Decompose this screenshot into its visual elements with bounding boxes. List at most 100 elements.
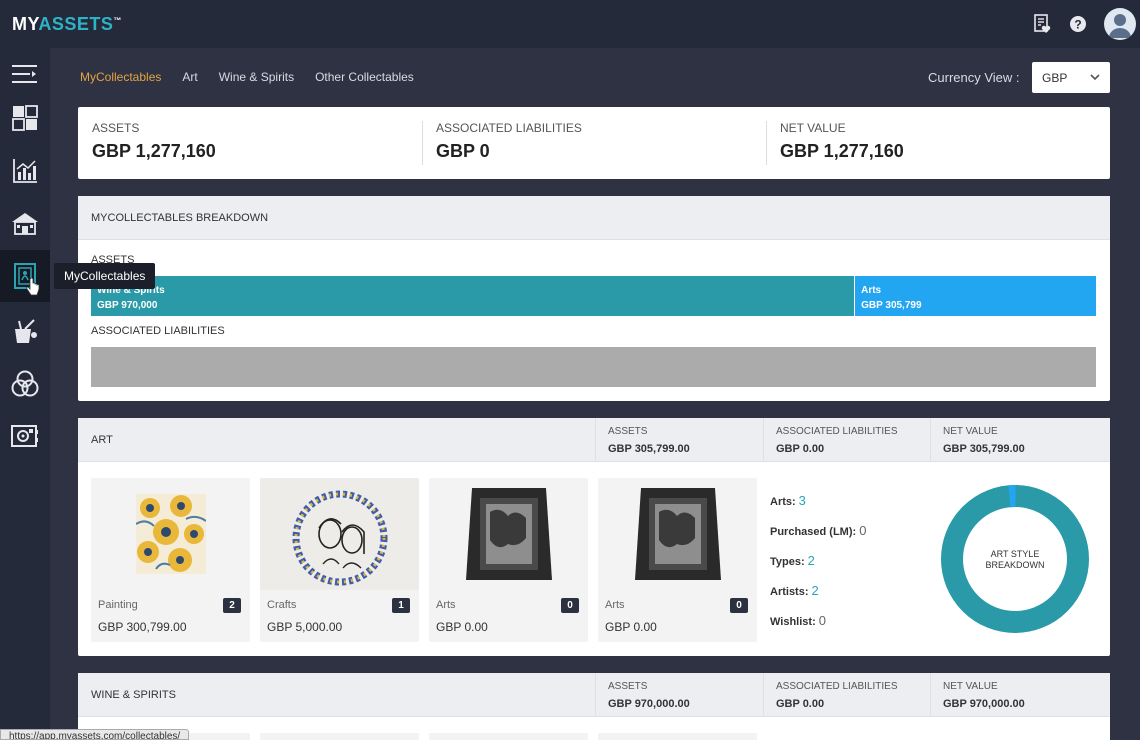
wine-title: WINE & SPIRITS	[91, 689, 176, 701]
painting-thumbnail	[91, 478, 250, 590]
wine-net-metric: NET VALUE GBP 970,000.00	[943, 681, 1025, 710]
tab-wine-spirits[interactable]: Wine & Spirits	[219, 70, 294, 84]
wine-tile[interactable]	[598, 733, 757, 740]
art-card: ART ASSETS GBP 305,799.00 ASSOCIATED LIA…	[78, 418, 1110, 656]
donut-center-label: ART STYLE BREAKDOWN	[985, 549, 1045, 570]
tile-count-badge: 1	[392, 598, 410, 613]
segment-wine-value: GBP 970,000	[97, 300, 158, 311]
art-assets-label: ASSETS	[608, 426, 648, 437]
divider	[930, 418, 931, 462]
wine-net-label: NET VALUE	[943, 681, 998, 692]
art-net-label: NET VALUE	[943, 426, 998, 437]
stat-artists: Artists: 2	[770, 583, 819, 598]
top-bar: MYASSETS™ ?	[0, 0, 1140, 48]
property-icon[interactable]	[0, 198, 50, 250]
venn-icon[interactable]	[0, 358, 50, 410]
summary-assets: ASSETS GBP 1,277,160	[78, 107, 422, 179]
sub-navigation: MyCollectables Art Wine & Spirits Other …	[80, 70, 414, 84]
app-logo[interactable]: MYASSETS™	[12, 14, 122, 35]
art-tile-crafts[interactable]: Crafts 1 GBP 5,000.00	[260, 478, 419, 642]
art-liabilities-metric: ASSOCIATED LIABILITIES GBP 0.00	[776, 426, 898, 455]
crafts-thumbnail	[260, 478, 419, 590]
tab-art[interactable]: Art	[182, 70, 197, 84]
divider	[930, 673, 931, 717]
wine-assets-label: ASSETS	[608, 681, 648, 692]
tab-mycollectables[interactable]: MyCollectables	[80, 70, 161, 84]
art-stats: Arts: 3 Purchased (LM): 0 Types: 2 Artists:…	[770, 493, 866, 643]
wine-liabilities-label: ASSOCIATED LIABILITIES	[776, 681, 898, 692]
segment-arts-name: Arts	[861, 285, 882, 296]
arts-frame-thumbnail	[429, 478, 588, 590]
assets-stacked-bar: Wine & Spirits GBP 970,000 Arts GBP 305,…	[91, 276, 1096, 316]
arts-frame-thumbnail	[598, 478, 757, 590]
summary-net-value: NET VALUE GBP 1,277,160	[766, 107, 1110, 179]
user-avatar-icon[interactable]	[1104, 8, 1136, 40]
chart-icon[interactable]	[0, 145, 50, 197]
help-icon[interactable]: ?	[1066, 12, 1090, 36]
tile-category: Painting	[98, 599, 138, 611]
summary-liabilities: ASSOCIATED LIABILITIES GBP 0	[422, 107, 766, 179]
currency-select[interactable]: GBP	[1032, 62, 1110, 93]
art-liabilities-label: ASSOCIATED LIABILITIES	[776, 426, 898, 437]
breakdown-card: MYCOLLECTABLES BREAKDOWN ASSETS Wine & S…	[78, 196, 1110, 401]
stat-types: Types: 2	[770, 553, 815, 568]
wine-tile[interactable]	[260, 733, 419, 740]
sidebar	[0, 48, 50, 740]
summary-net-value-amount: GBP 1,277,160	[780, 141, 904, 161]
art-supplies-icon[interactable]	[0, 306, 50, 358]
tile-count-badge: 2	[223, 598, 241, 613]
wine-spirits-card: WINE & SPIRITS ASSETS GBP 970,000.00 ASS…	[78, 673, 1110, 740]
summary-card: ASSETS GBP 1,277,160 ASSOCIATED LIABILIT…	[78, 107, 1110, 179]
chevron-down-icon	[1090, 74, 1100, 81]
segment-arts-value: GBP 305,799	[861, 300, 922, 311]
art-net-metric: NET VALUE GBP 305,799.00	[943, 426, 1025, 455]
art-tile-arts[interactable]: Arts 0 GBP 0.00	[429, 478, 588, 642]
wine-assets-metric: ASSETS GBP 970,000.00	[608, 681, 690, 710]
dashboard-icon[interactable]	[0, 92, 50, 144]
liabilities-bar	[91, 347, 1096, 387]
main-content: MyCollectables Art Wine & Spirits Other …	[50, 48, 1140, 740]
art-liabilities-value: GBP 0.00	[776, 443, 825, 455]
tile-value: GBP 0.00	[605, 620, 657, 634]
tile-category: Arts	[605, 599, 625, 611]
tile-category: Arts	[436, 599, 456, 611]
summary-net-label: NET VALUE	[780, 121, 846, 135]
stat-arts: Arts: 3	[770, 493, 806, 508]
wine-assets-value: GBP 970,000.00	[608, 698, 690, 710]
art-header: ART ASSETS GBP 305,799.00 ASSOCIATED LIA…	[78, 418, 1110, 462]
currency-view-label: Currency View :	[928, 70, 1020, 85]
currency-value: GBP	[1042, 71, 1068, 85]
wine-tile[interactable]	[429, 733, 588, 740]
art-title: ART	[91, 434, 113, 446]
browser-status-url: https://app.myassets.com/collectables/	[0, 729, 190, 740]
summary-liabilities-label: ASSOCIATED LIABILITIES	[436, 121, 582, 135]
art-assets-metric: ASSETS GBP 305,799.00	[608, 426, 690, 455]
bar-segment-wine-spirits[interactable]: Wine & Spirits GBP 970,000	[91, 276, 856, 316]
tile-value: GBP 5,000.00	[267, 620, 343, 634]
breakdown-header: MYCOLLECTABLES BREAKDOWN	[78, 196, 1110, 240]
svg-text:?: ?	[1074, 18, 1081, 32]
bar-segment-arts[interactable]: Arts GBP 305,799	[855, 276, 1096, 316]
wine-header: WINE & SPIRITS ASSETS GBP 970,000.00 ASS…	[78, 673, 1110, 717]
art-tile-painting[interactable]: Painting 2 GBP 300,799.00	[91, 478, 250, 642]
breakdown-liabilities-label: ASSOCIATED LIABILITIES	[91, 325, 225, 337]
art-tile-arts-2[interactable]: Arts 0 GBP 0.00	[598, 478, 757, 642]
tile-category: Crafts	[267, 599, 297, 611]
tile-count-badge: 0	[561, 598, 579, 613]
tile-count-badge: 0	[730, 598, 748, 613]
tab-other-collectables[interactable]: Other Collectables	[315, 70, 414, 84]
segment-wine-name: Wine & Spirits	[97, 285, 165, 296]
summary-assets-value: GBP 1,277,160	[92, 141, 216, 161]
sidebar-tooltip: MyCollectables	[54, 263, 156, 289]
summary-liabilities-value: GBP 0	[436, 141, 490, 161]
tile-value: GBP 0.00	[436, 620, 488, 634]
divider	[595, 673, 596, 717]
document-heart-icon[interactable]	[1030, 12, 1054, 36]
summary-assets-label: ASSETS	[92, 121, 140, 135]
collectables-icon[interactable]	[0, 250, 50, 302]
art-net-value: GBP 305,799.00	[943, 443, 1025, 455]
wine-liabilities-value: GBP 0.00	[776, 698, 825, 710]
safe-icon[interactable]	[0, 410, 50, 462]
art-assets-value: GBP 305,799.00	[608, 443, 690, 455]
breakdown-title: MYCOLLECTABLES BREAKDOWN	[91, 212, 269, 224]
